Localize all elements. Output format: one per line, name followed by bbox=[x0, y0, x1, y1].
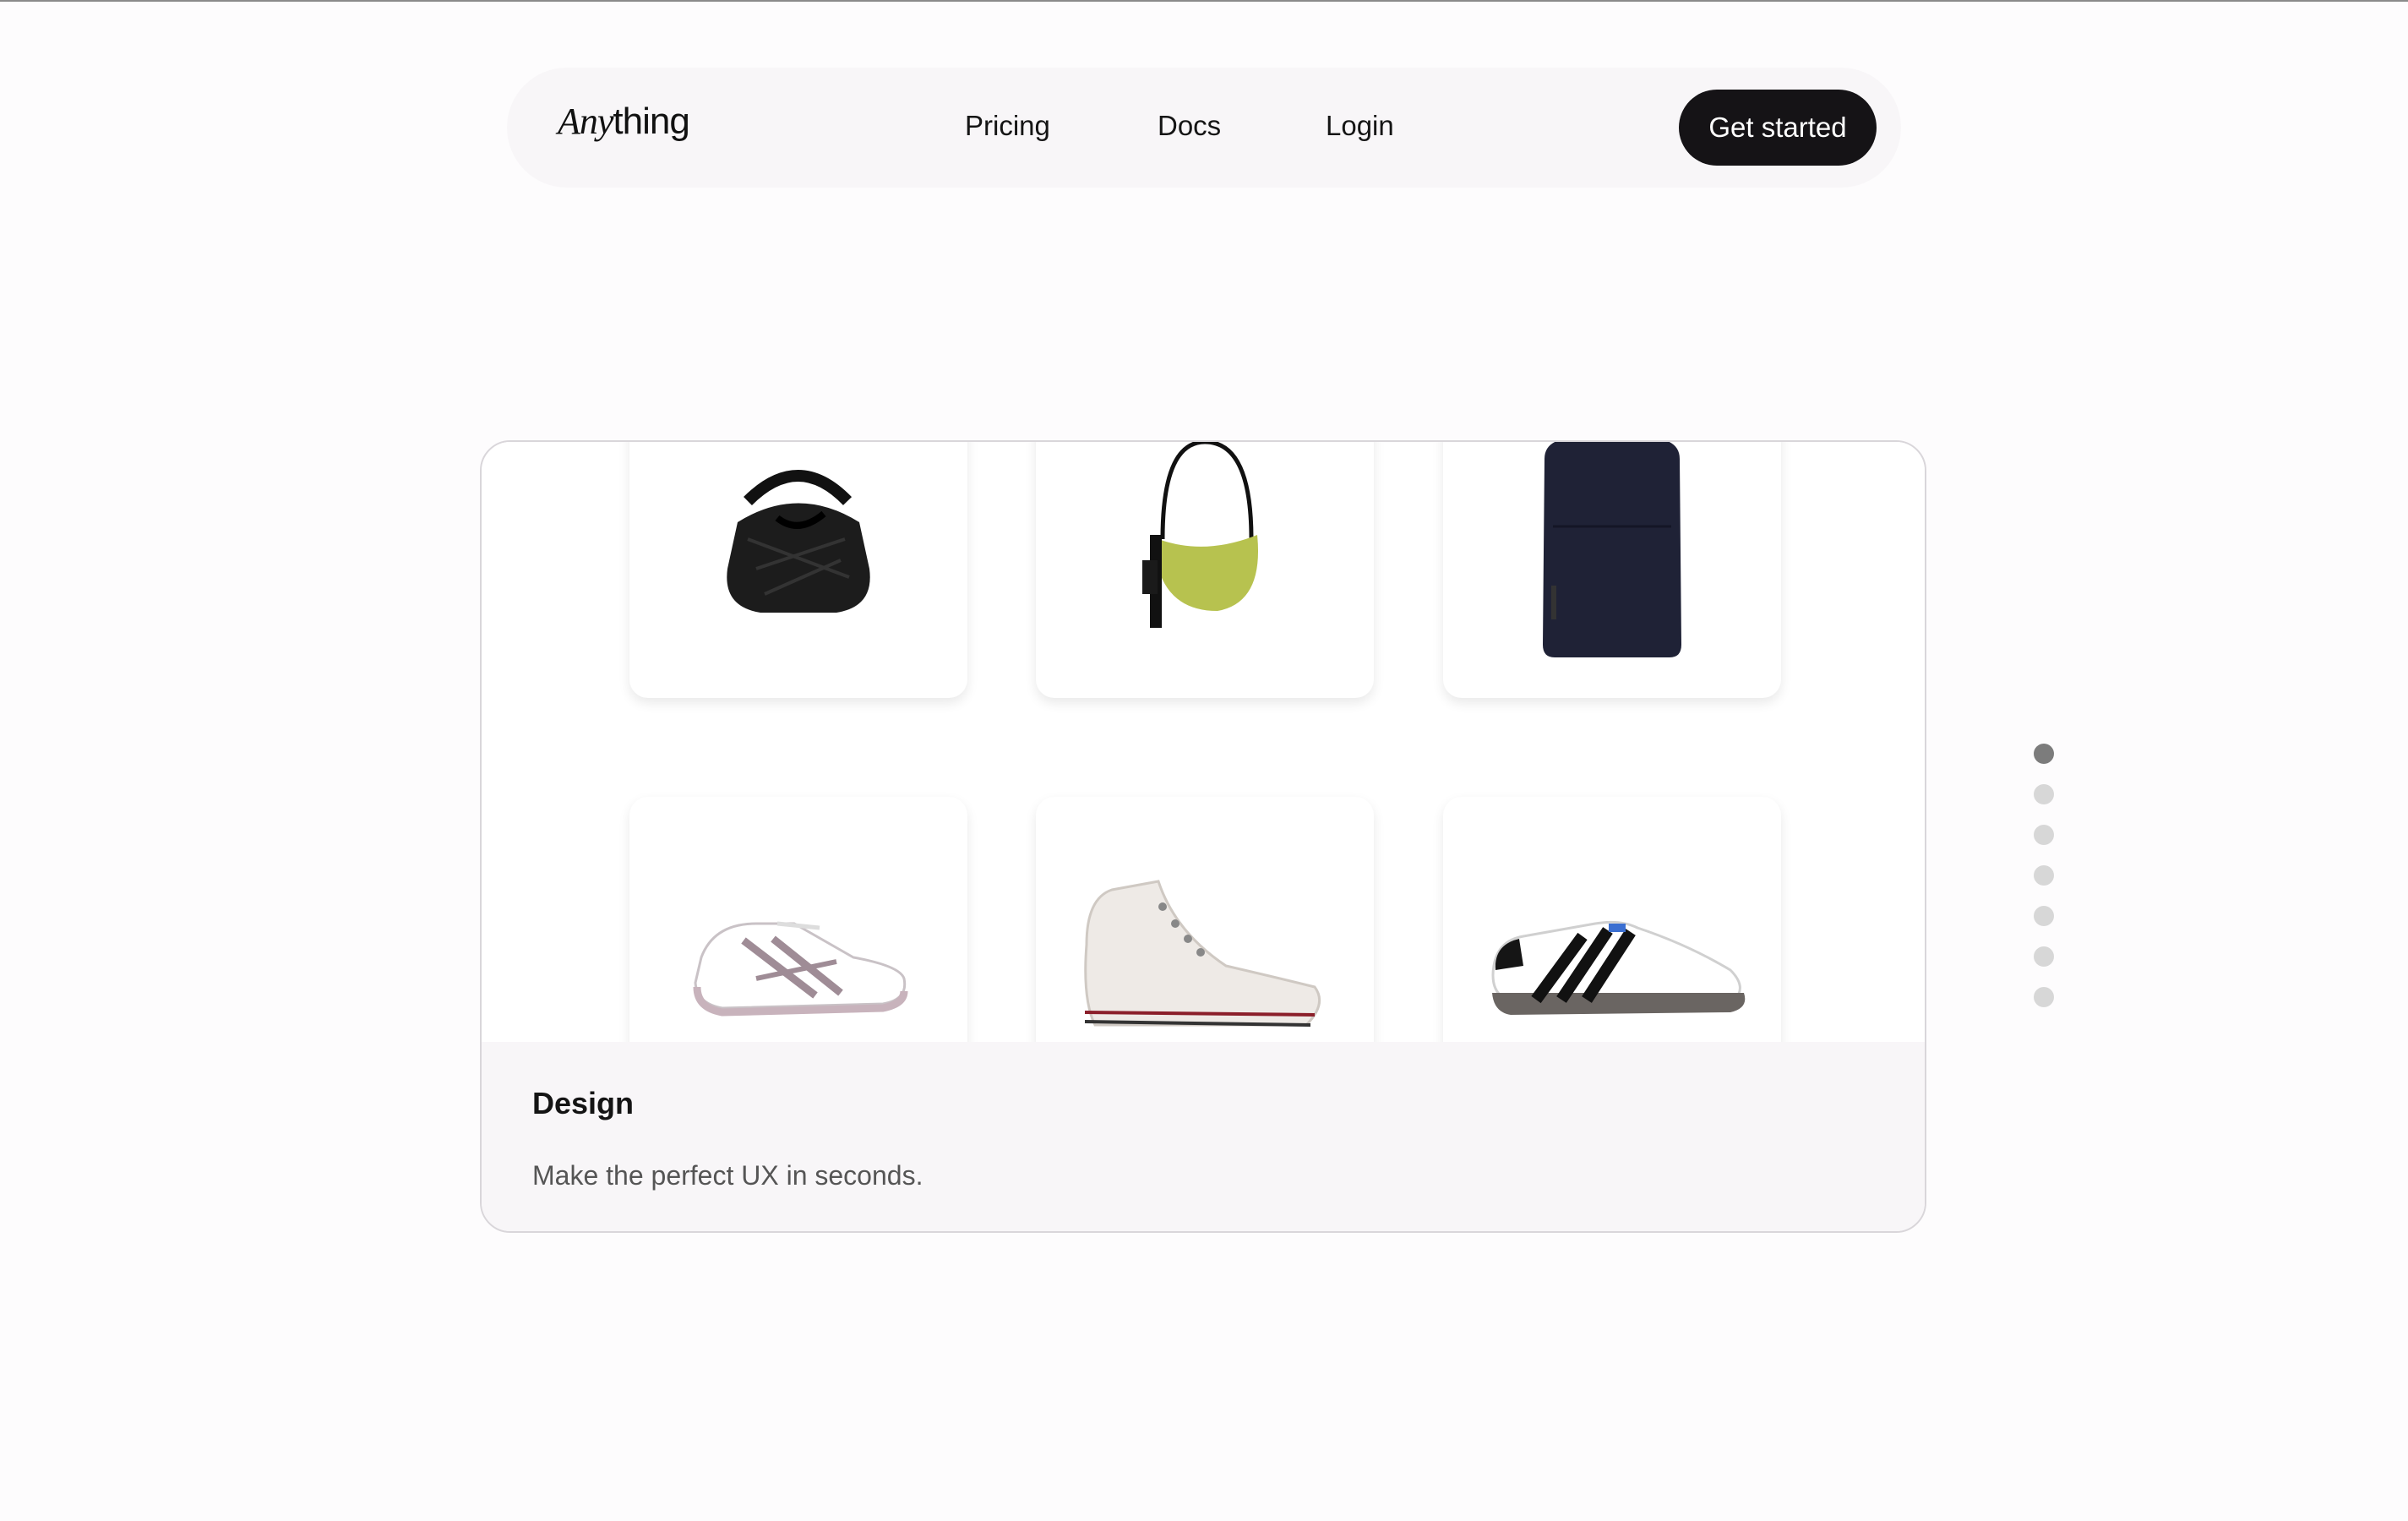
nav-link-pricing[interactable]: Pricing bbox=[965, 110, 1050, 142]
black-woven-handbag-icon bbox=[727, 470, 870, 613]
get-started-button[interactable]: Get started bbox=[1679, 90, 1877, 166]
product-tile[interactable] bbox=[1443, 797, 1781, 1042]
logo[interactable]: Anything bbox=[558, 100, 690, 143]
pager-dot-5[interactable] bbox=[2034, 906, 2054, 926]
navy-backpack-icon bbox=[1543, 442, 1681, 657]
pager-dot-7[interactable] bbox=[2034, 987, 2054, 1007]
top-border bbox=[0, 0, 2408, 2]
product-grid bbox=[482, 442, 1925, 1042]
slide-pager bbox=[2034, 744, 2054, 1028]
white-three-stripe-sneaker-icon bbox=[1491, 920, 1746, 1015]
pager-dot-2[interactable] bbox=[2034, 784, 2054, 804]
feature-card: Design Make the perfect UX in seconds. bbox=[480, 440, 1926, 1233]
product-tile[interactable] bbox=[629, 797, 967, 1042]
pager-dot-1[interactable] bbox=[2034, 744, 2054, 764]
feature-title: Design bbox=[532, 1086, 635, 1120]
feature-caption: Design Make the perfect UX in seconds. bbox=[482, 1042, 1925, 1231]
white-running-shoe-icon bbox=[693, 921, 908, 1017]
pager-dot-4[interactable] bbox=[2034, 865, 2054, 886]
product-tile[interactable] bbox=[1036, 442, 1374, 698]
pager-dot-6[interactable] bbox=[2034, 946, 2054, 967]
nav-link-login[interactable]: Login bbox=[1326, 110, 1394, 142]
lime-shoulder-bag-icon bbox=[1142, 442, 1259, 628]
product-tile[interactable] bbox=[629, 442, 967, 698]
pager-dot-3[interactable] bbox=[2034, 825, 2054, 845]
logo-italic: Any bbox=[558, 101, 613, 142]
product-tile[interactable] bbox=[1443, 442, 1781, 698]
logo-regular: thing bbox=[613, 101, 689, 142]
navbar: Anything Pricing Docs Login Get started bbox=[507, 68, 1901, 188]
nav-link-docs[interactable]: Docs bbox=[1158, 110, 1221, 142]
feature-subtitle: Make the perfect UX in seconds. bbox=[532, 1160, 923, 1191]
cream-high-top-sneaker-icon bbox=[1084, 880, 1321, 1027]
product-tile[interactable] bbox=[1036, 797, 1374, 1042]
